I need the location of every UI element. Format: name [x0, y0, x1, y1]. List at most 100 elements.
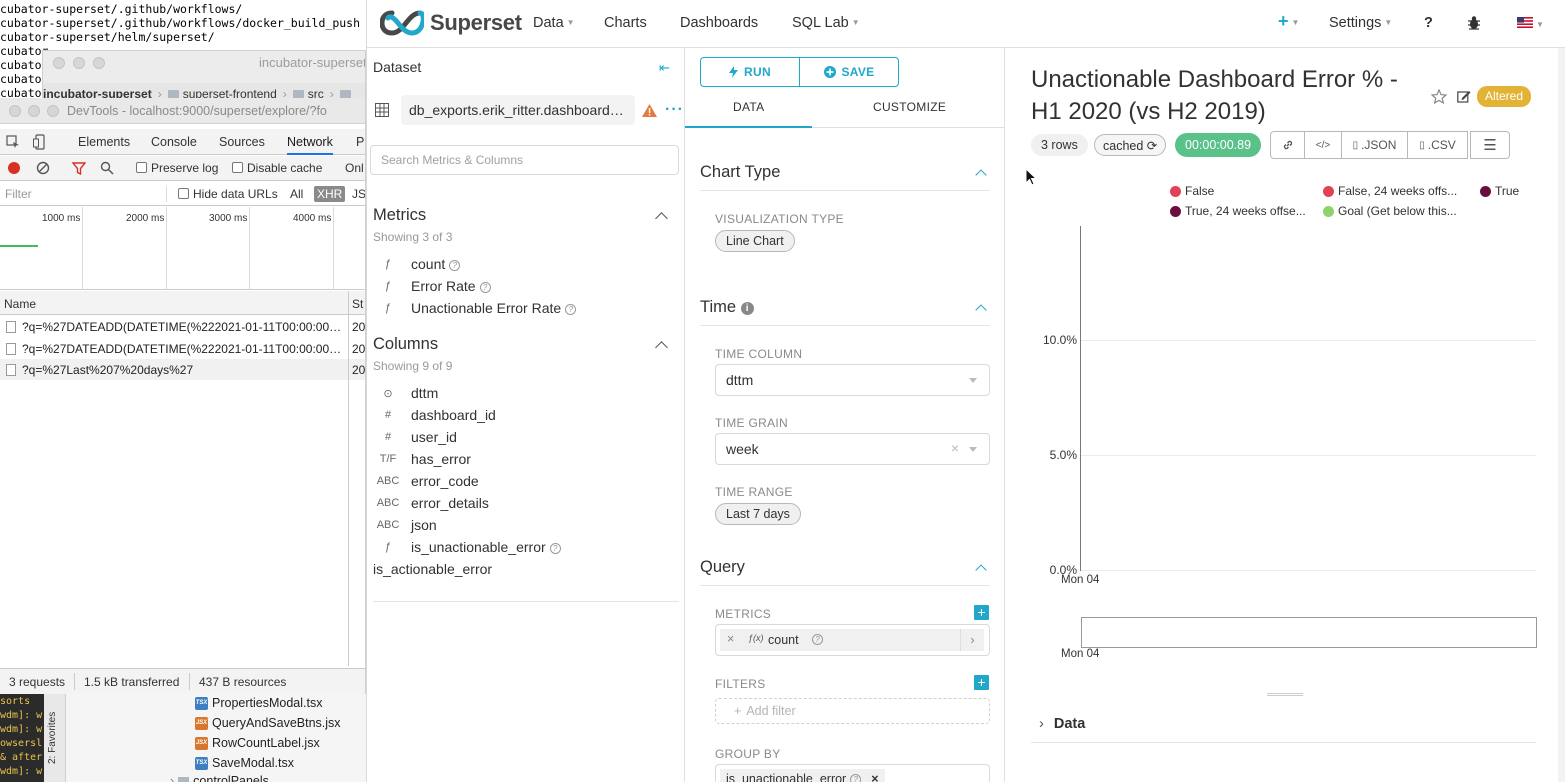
- tab-customize[interactable]: CUSTOMIZE: [873, 100, 946, 114]
- add-filter-dropzone[interactable]: + Add filter: [715, 698, 990, 724]
- column-item[interactable]: # user_id: [373, 429, 679, 449]
- column-item[interactable]: ⊙ dttm: [373, 385, 679, 405]
- share-link-button[interactable]: [1270, 131, 1305, 159]
- legend-item[interactable]: True: [1480, 184, 1519, 198]
- time-column-select[interactable]: dttm: [715, 364, 990, 396]
- add-filter-button[interactable]: +: [974, 675, 989, 690]
- hide-data-urls-checkbox[interactable]: Hide data URLs: [178, 187, 278, 201]
- viz-type-selector[interactable]: Line Chart: [715, 230, 795, 252]
- window-minimize-button[interactable]: [28, 105, 40, 117]
- chevron-right-icon[interactable]: ›: [960, 629, 984, 651]
- clear-icon[interactable]: ×: [951, 440, 959, 456]
- chevron-up-icon[interactable]: [655, 341, 668, 354]
- collapse-panel-icon[interactable]: ⇤: [659, 60, 670, 76]
- more-menu-button[interactable]: ☰: [1470, 131, 1510, 159]
- column-name[interactable]: Name: [4, 297, 36, 311]
- tab-elements[interactable]: Elements: [78, 135, 130, 149]
- query-section-title[interactable]: Query: [700, 558, 745, 577]
- altered-badge[interactable]: Altered: [1477, 86, 1532, 107]
- file-tree-folder[interactable]: › controlPanels: [170, 774, 269, 782]
- remove-icon[interactable]: ×: [727, 632, 734, 646]
- bug-icon[interactable]: [1467, 15, 1481, 30]
- window-zoom-button[interactable]: [47, 105, 59, 117]
- superset-logo[interactable]: Superset: [380, 9, 522, 37]
- search-metrics-columns-input[interactable]: Search Metrics & Columns: [370, 145, 679, 175]
- tab-sources[interactable]: Sources: [219, 135, 265, 149]
- window-minimize-button[interactable]: [73, 57, 85, 69]
- column-item[interactable]: # dashboard_id: [373, 407, 679, 427]
- nav-data[interactable]: Data ▼: [533, 15, 575, 31]
- column-item[interactable]: T/F has_error: [373, 451, 679, 471]
- record-button[interactable]: [8, 162, 20, 174]
- column-item[interactable]: ƒ is_unactionable_error?: [373, 539, 679, 559]
- metric-item[interactable]: ƒ Unactionable Error Rate?: [373, 300, 679, 320]
- metric-item[interactable]: ƒ Error Rate?: [373, 278, 679, 298]
- nav-dashboards[interactable]: Dashboards: [680, 15, 758, 31]
- add-metric-button[interactable]: +: [974, 605, 989, 620]
- question-icon[interactable]: ?: [812, 634, 823, 645]
- columns-section-title[interactable]: Columns: [373, 335, 438, 354]
- cached-badge[interactable]: cached ⟳: [1094, 134, 1167, 156]
- export-csv-button[interactable]: ▯ .CSV: [1407, 131, 1468, 159]
- column-status[interactable]: St: [352, 297, 363, 311]
- request-row[interactable]: ?q=%27DATEADD(DATETIME(%222021-01-11T00:…: [0, 316, 365, 337]
- tab-data[interactable]: DATA: [733, 100, 764, 114]
- question-icon[interactable]: ?: [549, 543, 561, 554]
- warning-icon[interactable]: [641, 103, 658, 118]
- filter-js[interactable]: JS: [352, 187, 365, 201]
- help-button[interactable]: ?: [1424, 15, 1433, 31]
- file-tree-item[interactable]: JSX RowCountLabel.jsx: [195, 736, 320, 750]
- scrollbar[interactable]: [1558, 48, 1565, 782]
- request-row[interactable]: ?q=%27Last%207%20days%27 20: [0, 359, 365, 380]
- column-item[interactable]: ABC error_code: [373, 473, 679, 493]
- chevron-up-icon[interactable]: [975, 564, 987, 576]
- file-tree-item[interactable]: TSX PropertiesModal.tsx: [195, 696, 322, 710]
- preserve-log-checkbox[interactable]: Preserve log: [136, 161, 218, 175]
- legend-item[interactable]: True, 24 weeks offse...: [1170, 204, 1306, 218]
- disable-cache-checkbox[interactable]: Disable cache: [232, 161, 322, 175]
- file-tree-item[interactable]: TSX SaveModal.tsx: [195, 756, 294, 770]
- time-grain-select[interactable]: week ×: [715, 433, 990, 465]
- remove-icon[interactable]: ×: [871, 772, 878, 782]
- legend-item[interactable]: False: [1170, 184, 1214, 198]
- embed-code-button[interactable]: </>: [1304, 131, 1342, 159]
- window-zoom-button[interactable]: [93, 57, 105, 69]
- question-icon[interactable]: ?: [850, 774, 862, 782]
- language-menu[interactable]: ▼: [1517, 16, 1544, 32]
- column-item[interactable]: is_actionable_error: [373, 561, 679, 581]
- nav-sql-lab[interactable]: SQL Lab ▼: [792, 15, 860, 31]
- metric-item[interactable]: ƒ count?: [373, 256, 679, 276]
- clear-icon[interactable]: [36, 161, 50, 175]
- request-row[interactable]: ?q=%27DATEADD(DATETIME(%222021-01-11T00:…: [0, 338, 365, 359]
- column-item[interactable]: ABC json: [373, 517, 679, 537]
- window-close-button[interactable]: [9, 105, 21, 117]
- export-json-button[interactable]: ▯ .JSON: [1341, 131, 1408, 159]
- tab-performance[interactable]: P: [356, 135, 364, 149]
- chevron-up-icon[interactable]: [975, 169, 987, 181]
- run-button[interactable]: RUN: [700, 57, 800, 87]
- chevron-up-icon[interactable]: [975, 304, 987, 316]
- filter-all[interactable]: All: [290, 187, 303, 201]
- question-icon[interactable]: ?: [565, 304, 577, 315]
- data-section-toggle[interactable]: › Data: [1039, 716, 1085, 732]
- question-icon[interactable]: ?: [479, 282, 491, 293]
- more-options-icon[interactable]: ···: [665, 101, 684, 119]
- dataset-name[interactable]: db_exports.erik_ritter.dashboard_errors: [401, 95, 635, 125]
- chevron-up-icon[interactable]: [655, 212, 668, 225]
- chart-title[interactable]: Unactionable Dashboard Error % - H1 2020…: [1031, 64, 1431, 128]
- throttling-select[interactable]: Onl: [345, 161, 364, 175]
- time-section-title[interactable]: Time i: [700, 298, 754, 317]
- search-icon[interactable]: [100, 161, 114, 175]
- brush-navigator[interactable]: [1081, 617, 1537, 648]
- question-icon[interactable]: ?: [449, 260, 461, 271]
- time-range-selector[interactable]: Last 7 days: [715, 503, 801, 525]
- settings-menu[interactable]: Settings ▼: [1329, 15, 1392, 31]
- legend-item[interactable]: False, 24 weeks offs...: [1323, 184, 1457, 198]
- new-menu-button[interactable]: + ▼: [1278, 11, 1299, 32]
- chart-type-section-title[interactable]: Chart Type: [700, 163, 780, 182]
- filter-icon[interactable]: [72, 162, 86, 175]
- legend-item[interactable]: Goal (Get below this...: [1323, 204, 1457, 218]
- window-close-button[interactable]: [53, 57, 65, 69]
- tab-console[interactable]: Console: [151, 135, 197, 149]
- metric-tag[interactable]: × ƒ(x) count ? ›: [720, 629, 984, 651]
